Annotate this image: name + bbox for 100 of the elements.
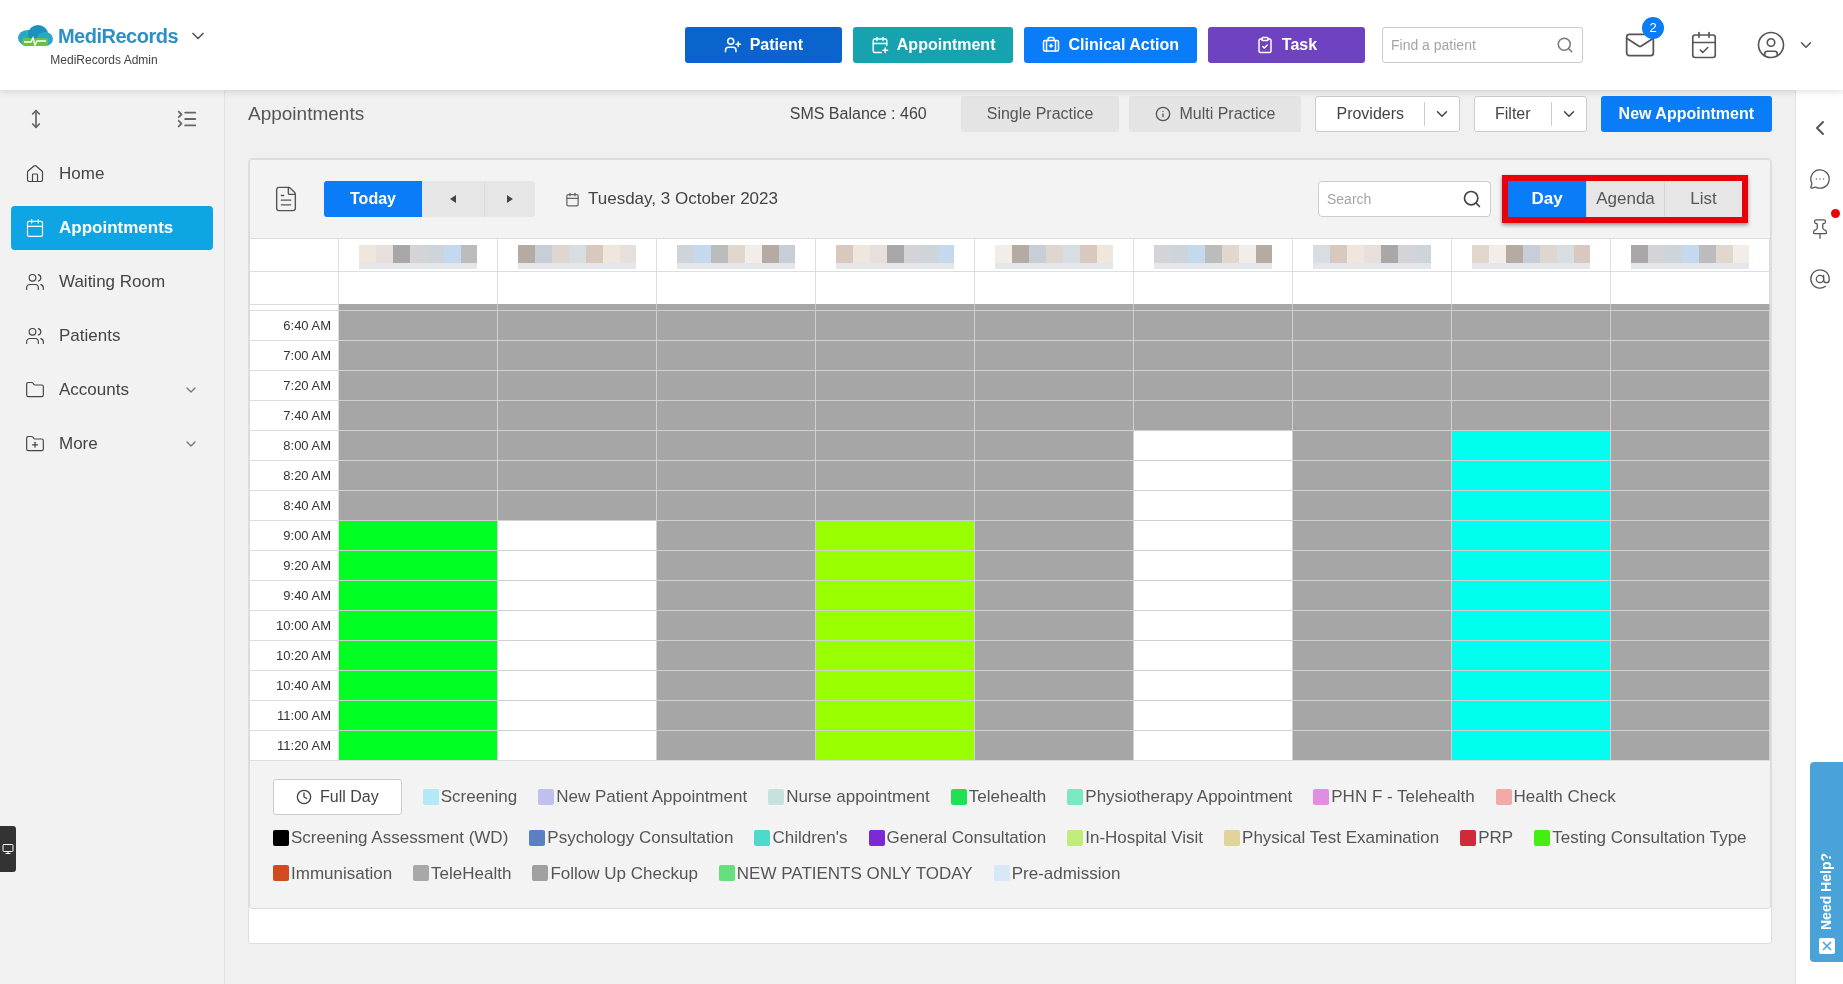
time-slot[interactable] [339,310,498,340]
nav-item[interactable]: Waiting Room [11,260,213,304]
time-slot[interactable] [1452,670,1611,700]
time-slot[interactable] [1611,370,1770,400]
time-slot[interactable] [657,460,816,490]
action-button[interactable]: Task [1208,27,1365,63]
time-slot[interactable] [975,340,1134,370]
time-slot[interactable] [1134,670,1293,700]
time-slot[interactable] [1452,340,1611,370]
time-slot[interactable] [816,340,975,370]
time-slot[interactable] [339,550,498,580]
view-tab[interactable]: Day [1508,181,1586,217]
time-slot[interactable] [975,580,1134,610]
time-slot[interactable] [1134,610,1293,640]
time-slot[interactable] [1452,640,1611,670]
time-slot[interactable] [1611,550,1770,580]
next-button[interactable] [485,181,535,217]
time-slot[interactable] [1134,310,1293,340]
time-slot[interactable] [657,400,816,430]
time-slot[interactable] [339,580,498,610]
time-slot[interactable] [1134,640,1293,670]
time-slot[interactable] [1293,580,1452,610]
time-slot[interactable] [498,430,657,460]
time-slot[interactable] [657,310,816,340]
action-button[interactable]: Clinical Action [1024,27,1197,63]
time-slot[interactable] [1452,370,1611,400]
time-slot[interactable] [339,400,498,430]
time-slot[interactable] [1293,640,1452,670]
time-slot[interactable] [1611,640,1770,670]
time-slot[interactable] [498,370,657,400]
time-slot[interactable] [498,490,657,520]
time-slot[interactable] [1293,670,1452,700]
time-slot[interactable] [657,580,816,610]
side-widget-tab[interactable] [0,826,16,872]
time-slot[interactable] [657,370,816,400]
time-slot[interactable] [1293,490,1452,520]
time-slot[interactable] [1134,340,1293,370]
time-slot[interactable] [339,340,498,370]
collapse-menu-icon[interactable] [176,108,198,130]
time-slot[interactable] [975,490,1134,520]
time-slot[interactable] [657,340,816,370]
time-slot[interactable] [1134,730,1293,760]
time-slot[interactable] [816,370,975,400]
nav-item[interactable]: More [11,422,213,466]
dropdown-button[interactable]: Filter [1474,96,1587,132]
time-slot[interactable] [975,460,1134,490]
at-sign-icon[interactable] [1808,268,1831,290]
time-slot[interactable] [1134,370,1293,400]
time-slot[interactable] [657,730,816,760]
time-slot[interactable] [1452,550,1611,580]
today-button[interactable]: Today [324,181,422,217]
calendar-search-field[interactable]: Search [1318,181,1491,217]
time-slot[interactable] [1293,520,1452,550]
time-slot[interactable] [498,460,657,490]
time-slot[interactable] [816,580,975,610]
time-slot[interactable] [339,490,498,520]
time-slot[interactable] [1134,490,1293,520]
time-slot[interactable] [339,520,498,550]
time-slot[interactable] [339,610,498,640]
time-slot[interactable] [975,610,1134,640]
time-slot[interactable] [816,520,975,550]
time-slot[interactable] [1293,460,1452,490]
time-slot[interactable] [657,610,816,640]
time-slot[interactable] [1293,700,1452,730]
time-slot[interactable] [816,550,975,580]
time-slot[interactable] [498,700,657,730]
time-slot[interactable] [975,700,1134,730]
time-slot[interactable] [1452,460,1611,490]
time-slot[interactable] [1611,580,1770,610]
time-slot[interactable] [657,700,816,730]
time-slot[interactable] [1452,430,1611,460]
time-slot[interactable] [339,370,498,400]
time-slot[interactable] [816,670,975,700]
time-slot[interactable] [1452,730,1611,760]
time-slot[interactable] [498,520,657,550]
patient-search-field[interactable]: Find a patient [1382,27,1583,63]
time-slot[interactable] [1611,460,1770,490]
nav-item[interactable]: Home [11,152,213,196]
dropdown-button[interactable]: Providers [1315,96,1461,132]
nav-item[interactable]: Accounts [11,368,213,412]
nav-item[interactable]: Patients [11,314,213,358]
time-slot[interactable] [975,520,1134,550]
time-slot[interactable] [498,340,657,370]
time-slot[interactable] [816,700,975,730]
time-slot[interactable] [1134,460,1293,490]
time-slot[interactable] [1293,310,1452,340]
time-slot[interactable] [1134,550,1293,580]
time-slot[interactable] [498,400,657,430]
time-slot[interactable] [1611,310,1770,340]
time-slot[interactable] [1134,580,1293,610]
time-slot[interactable] [339,430,498,460]
time-slot[interactable] [1611,400,1770,430]
time-slot[interactable] [1293,550,1452,580]
time-slot[interactable] [1293,400,1452,430]
user-avatar-icon[interactable] [1756,30,1786,60]
action-button[interactable]: Patient [684,27,842,63]
time-slot[interactable] [816,400,975,430]
time-slot[interactable] [1452,520,1611,550]
time-slot[interactable] [498,550,657,580]
time-slot[interactable] [339,670,498,700]
